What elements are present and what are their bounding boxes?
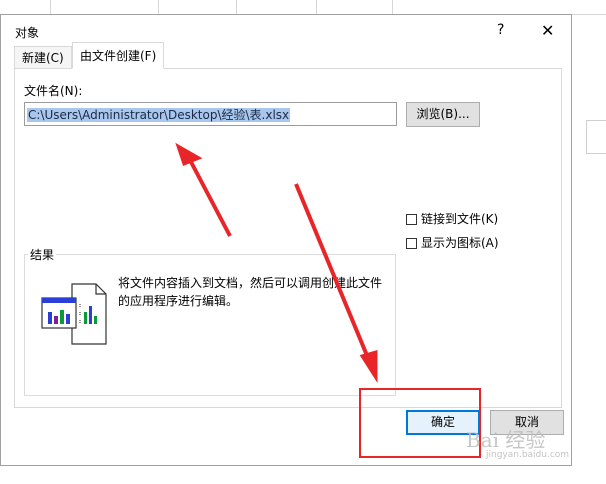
highlight-box [359,388,481,458]
filename-label: 文件名(N): [24,84,83,98]
host-app-strip [0,0,606,15]
link-to-file-label: 链接到文件(K) [421,212,499,226]
host-divider [236,0,237,14]
checkbox-box[interactable] [406,214,417,225]
link-to-file-checkbox[interactable]: 链接到文件(K) [406,212,498,228]
host-divider [50,0,51,14]
filename-value: C:\Users\Administrator\Desktop\经验\表.xlsx [27,108,291,122]
host-divider [158,0,159,14]
close-button[interactable]: ✕ [541,21,554,40]
result-description: 将文件内容插入到文档，然后可以调用创建此文件的应用程序进行编辑。 [118,276,383,308]
display-as-icon-label: 显示为图标(A) [421,236,499,250]
tab-create-from-file[interactable]: 由文件创建(F) [72,42,165,69]
host-divider [316,0,317,14]
browse-button[interactable]: 浏览(B)... [406,102,480,127]
watermark-sub: jingyan.baidu.com [486,450,570,460]
host-divider [392,0,393,14]
help-button[interactable]: ? [497,22,504,38]
document-chart-icon [40,282,110,348]
display-as-icon-checkbox[interactable]: 显示为图标(A) [406,236,499,252]
watermark: Bai 经验 [466,428,546,452]
dialog-title: 对象 [15,26,40,40]
tab-create-new[interactable]: 新建(C) [14,46,72,68]
host-side-element [586,120,606,154]
result-legend: 结果 [28,246,57,263]
checkbox-box[interactable] [406,238,417,249]
filename-input[interactable]: C:\Users\Administrator\Desktop\经验\表.xlsx [24,102,397,126]
